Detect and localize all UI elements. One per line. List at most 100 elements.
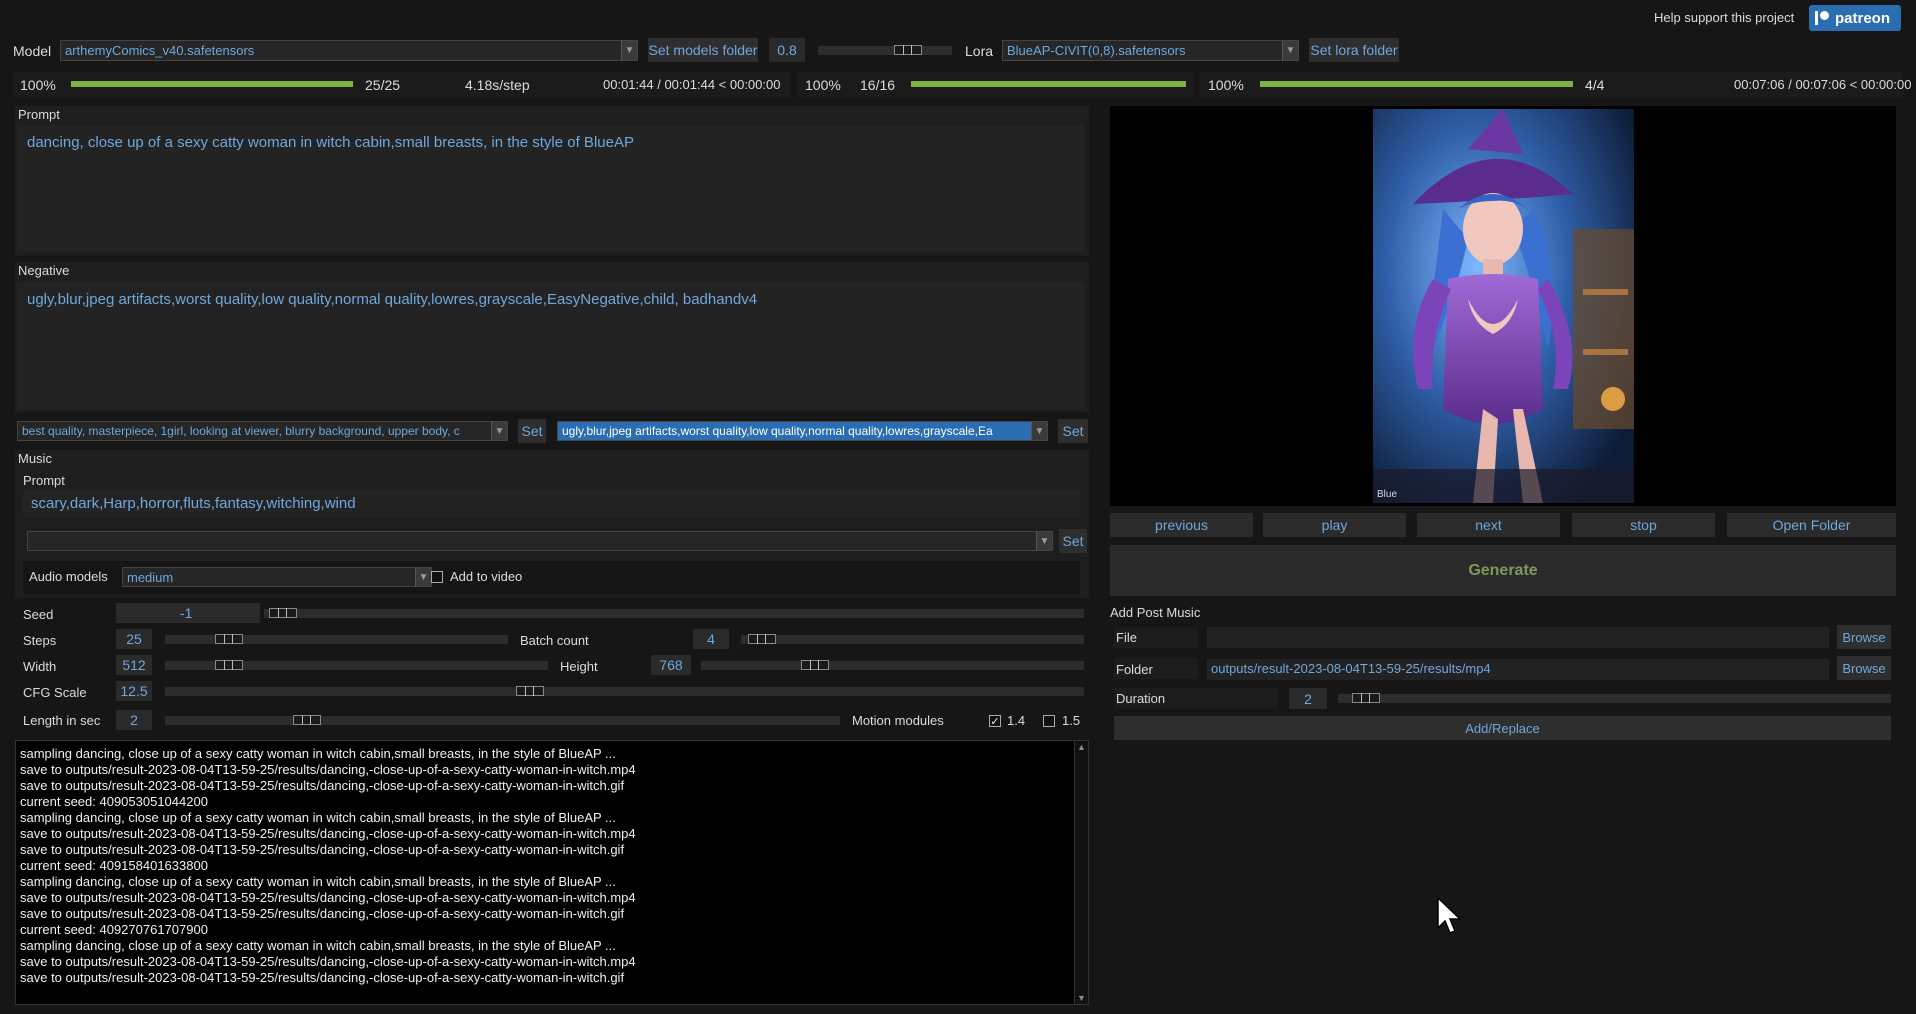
stop-button[interactable]: stop: [1572, 513, 1715, 537]
model-select[interactable]: arthemyComics_v40.safetensors ▼: [60, 40, 638, 61]
log-scrollbar[interactable]: ▲ ▼: [1074, 741, 1088, 1004]
slider-thumb[interactable]: [293, 715, 321, 725]
progress-3-fill: [1260, 81, 1573, 87]
music-panel: Music Prompt scary,dark,Harp,horror,flut…: [15, 450, 1089, 598]
scroll-down-icon[interactable]: ▼: [1075, 992, 1088, 1004]
log-line: save to outputs/result-2023-08-04T13-59-…: [20, 842, 625, 857]
slider-thumb[interactable]: [516, 686, 544, 696]
chevron-down-icon: ▼: [491, 422, 507, 440]
audio-model-value: medium: [127, 570, 174, 585]
motion-1-4-checkbox[interactable]: ✓: [989, 715, 1001, 728]
folder-input[interactable]: outputs/result-2023-08-04T13-59-25/resul…: [1207, 659, 1829, 680]
music-prompt-input[interactable]: scary,dark,Harp,horror,fluts,fantasy,wit…: [23, 490, 1080, 517]
cfg-scale-input[interactable]: 12.5: [116, 681, 152, 701]
add-to-video-checkbox[interactable]: [431, 571, 443, 583]
open-folder-button[interactable]: Open Folder: [1727, 513, 1896, 537]
patreon-label: patreon: [1835, 9, 1891, 27]
motion-1-5-label: 1.5: [1062, 713, 1081, 728]
browse-folder-button[interactable]: Browse: [1837, 656, 1891, 680]
slider-thumb[interactable]: [215, 660, 243, 670]
lora-select[interactable]: BlueAP-CIVIT(0,8).safetensors ▼: [1002, 40, 1299, 61]
music-set-button[interactable]: Set: [1059, 529, 1087, 553]
slider-thumb[interactable]: [894, 45, 923, 55]
motion-1-5-checkbox[interactable]: [1043, 715, 1055, 727]
generate-button[interactable]: Generate: [1110, 545, 1896, 596]
positive-set-button[interactable]: Set: [518, 419, 546, 443]
length-slider[interactable]: [165, 715, 840, 725]
browse-file-button[interactable]: Browse: [1837, 625, 1891, 649]
next-button[interactable]: next: [1417, 513, 1560, 537]
mouse-cursor-icon: [1437, 896, 1462, 934]
cfg-scale-slider[interactable]: [165, 686, 1084, 696]
folder-label: Folder: [1116, 662, 1153, 677]
width-slider[interactable]: [165, 660, 548, 670]
steps-slider[interactable]: [165, 634, 508, 644]
log-line: sampling dancing, close up of a sexy cat…: [20, 810, 616, 825]
duration-input[interactable]: 2: [1289, 688, 1327, 709]
negative-textarea[interactable]: ugly,blur,jpeg artifacts,worst quality,l…: [17, 282, 1085, 409]
progress-1-rate: 4.18s/step: [465, 77, 530, 93]
height-slider[interactable]: [701, 660, 1084, 670]
progress-1-percent: 100%: [20, 77, 56, 93]
prompt-label: Prompt: [18, 107, 60, 122]
file-input[interactable]: [1207, 627, 1829, 648]
lora-weight-slider[interactable]: [818, 45, 952, 55]
positive-preset-value: best quality, masterpiece, 1girl, lookin…: [22, 424, 460, 438]
motion-1-4-label: 1.4: [1007, 713, 1026, 728]
lora-weight-input[interactable]: 0.8: [769, 38, 805, 62]
log-line: current seed: 409158401633800: [20, 858, 208, 873]
progress-1-steps: 25/25: [365, 77, 401, 93]
batch-count-slider[interactable]: [741, 634, 1084, 644]
patreon-button[interactable]: patreon: [1809, 5, 1901, 31]
cfg-scale-label: CFG Scale: [23, 685, 87, 700]
chevron-down-icon: ▼: [621, 41, 637, 60]
seed-label: Seed: [23, 607, 54, 622]
play-button[interactable]: play: [1263, 513, 1406, 537]
preview-watermark: Blue: [1377, 489, 1397, 500]
height-label: Height: [560, 659, 598, 674]
progress-2-steps: 16/16: [860, 77, 896, 93]
height-input[interactable]: 768: [651, 655, 691, 675]
batch-count-input[interactable]: 4: [693, 629, 729, 649]
set-models-folder-button[interactable]: Set models folder: [648, 38, 758, 62]
progress-3-time: 00:07:06 / 00:07:06 < 00:00:00: [1734, 77, 1912, 92]
progress-2-fill: [911, 81, 1186, 87]
seed-input[interactable]: -1: [116, 603, 260, 623]
preview-area: Blue: [1110, 106, 1896, 506]
prompt-textarea[interactable]: dancing, close up of a sexy catty woman …: [17, 125, 1085, 252]
file-label: File: [1116, 630, 1137, 645]
duration-slider[interactable]: [1338, 693, 1891, 703]
scroll-up-icon[interactable]: ▲: [1075, 741, 1088, 753]
lora-value: BlueAP-CIVIT(0,8).safetensors: [1007, 43, 1186, 58]
negative-preset-select[interactable]: ugly,blur,jpeg artifacts,worst quality,l…: [557, 421, 1048, 441]
slider-thumb[interactable]: [748, 634, 776, 644]
add-to-video-label: Add to video: [450, 569, 523, 584]
previous-button[interactable]: previous: [1110, 513, 1253, 537]
slider-thumb[interactable]: [269, 608, 297, 618]
log-line: save to outputs/result-2023-08-04T13-59-…: [20, 890, 636, 905]
chevron-down-icon: ▼: [1282, 41, 1298, 60]
chevron-down-icon: ▼: [415, 568, 431, 586]
motion-modules-label: Motion modules: [852, 713, 944, 728]
seed-slider[interactable]: [264, 608, 1084, 618]
progress-3-percent: 100%: [1208, 77, 1244, 93]
music-label: Music: [18, 451, 52, 466]
slider-thumb[interactable]: [1352, 693, 1380, 703]
negative-set-button[interactable]: Set: [1058, 419, 1088, 443]
set-lora-folder-button[interactable]: Set lora folder: [1309, 38, 1399, 62]
length-input[interactable]: 2: [116, 710, 152, 730]
log-line: current seed: 409270761707900: [20, 922, 208, 937]
audio-model-select[interactable]: medium ▼: [122, 567, 432, 587]
width-input[interactable]: 512: [116, 655, 152, 675]
log-line: save to outputs/result-2023-08-04T13-59-…: [20, 826, 636, 841]
music-preset-select[interactable]: ▼: [27, 531, 1053, 551]
slider-thumb[interactable]: [215, 634, 243, 644]
slider-thumb[interactable]: [801, 660, 829, 670]
batch-count-label: Batch count: [520, 633, 589, 648]
chevron-down-icon: ▼: [1036, 532, 1052, 550]
positive-preset-select[interactable]: best quality, masterpiece, 1girl, lookin…: [17, 421, 508, 441]
add-replace-button[interactable]: Add/Replace: [1114, 716, 1891, 740]
steps-input[interactable]: 25: [116, 629, 152, 649]
chevron-down-icon: ▼: [1031, 422, 1047, 440]
log-panel[interactable]: sampling dancing, close up of a sexy cat…: [15, 740, 1089, 1005]
